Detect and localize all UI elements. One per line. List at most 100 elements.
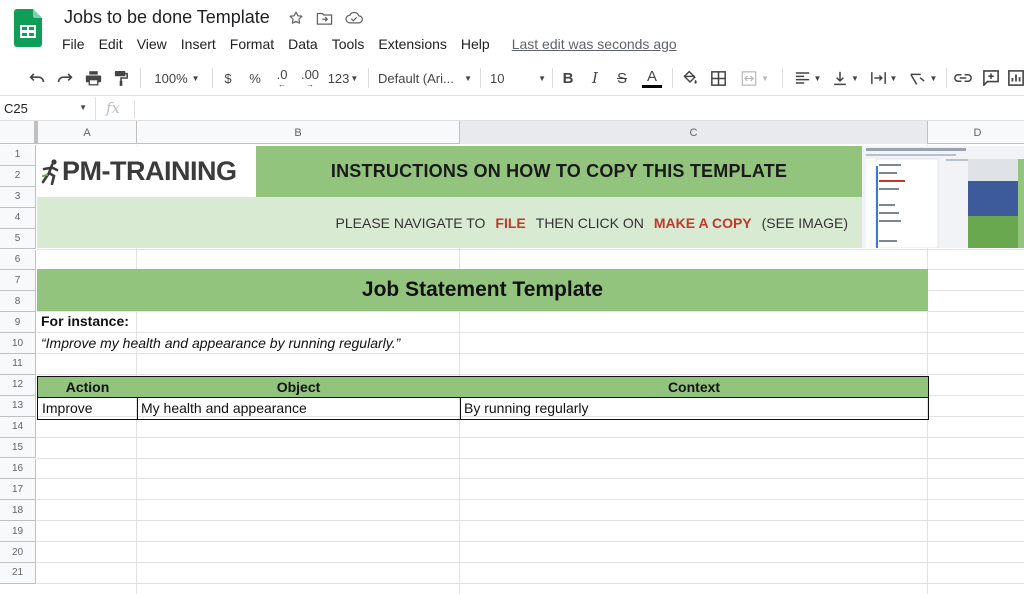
row-header[interactable]: 11 [0, 354, 36, 375]
job-statement-title[interactable]: Job Statement Template [37, 269, 928, 311]
row-header[interactable]: 15 [0, 437, 36, 459]
cell-reference: C25 [4, 101, 28, 116]
bold-button[interactable]: B [559, 65, 577, 91]
table-header-context[interactable]: Context [460, 376, 929, 398]
redo-icon[interactable] [54, 65, 76, 91]
cloud-saved-icon[interactable] [343, 7, 365, 29]
undo-icon[interactable] [26, 65, 48, 91]
instructions-screenshot-image[interactable] [862, 146, 1024, 248]
column-headers: A B C D [0, 121, 1024, 144]
text-rotation-icon[interactable]: ▼ [906, 65, 940, 91]
last-edit-link[interactable]: Last edit was seconds ago [512, 36, 677, 52]
horizontal-align-icon[interactable]: ▼ [792, 65, 824, 91]
fill-color-icon[interactable] [680, 65, 700, 91]
italic-button[interactable]: I [586, 65, 604, 91]
move-folder-icon[interactable] [313, 7, 335, 29]
strikethrough-button[interactable]: S [613, 65, 631, 91]
print-icon[interactable] [82, 65, 104, 91]
row-header[interactable]: 17 [0, 479, 36, 501]
row-header[interactable]: 4 [0, 207, 36, 229]
instructions-part2: THEN CLICK ON [535, 214, 644, 231]
zoom-select[interactable]: 100% ▼ [150, 65, 204, 91]
column-header-d[interactable]: D [928, 121, 1024, 144]
column-header-b[interactable]: B [137, 121, 460, 144]
text-wrap-icon[interactable]: ▼ [868, 65, 900, 91]
percent-format-button[interactable]: % [246, 65, 264, 91]
sheets-logo-icon[interactable] [14, 9, 42, 47]
grid-line-horizontal [37, 436, 1024, 438]
decrease-decimal-button[interactable]: .0 ← [272, 65, 292, 91]
row-header[interactable]: 21 [0, 563, 36, 584]
menu-tools[interactable]: Tools [332, 36, 372, 52]
vertical-align-icon[interactable]: ▼ [830, 65, 862, 91]
star-icon[interactable] [285, 7, 307, 29]
row-header[interactable]: 16 [0, 458, 36, 480]
row-header[interactable]: 13 [0, 395, 36, 417]
merge-cells-icon[interactable]: ▼ [738, 65, 772, 91]
row-header[interactable]: 19 [0, 521, 36, 543]
more-formats-button[interactable]: 123 ▼ [326, 65, 360, 91]
toolbar-separator [480, 68, 481, 88]
chevron-down-icon: ▼ [350, 73, 359, 83]
spreadsheet-grid[interactable]: A B C D 1 2 3 4 5 6 7 8 9 10 11 12 13 14 15 16 17 18 19 20 2… [0, 121, 1024, 594]
insert-link-icon[interactable] [952, 65, 974, 91]
grid-line-horizontal [37, 353, 1024, 354]
menu-view[interactable]: View [137, 36, 174, 52]
toolbar-separator [368, 68, 369, 88]
menu-data[interactable]: Data [288, 36, 325, 52]
example-statement[interactable]: “Improve my health and appearance by run… [41, 335, 400, 351]
insert-chart-icon[interactable] [1006, 65, 1024, 91]
logo-text: PM-TRAINING [62, 156, 237, 187]
column-header-a[interactable]: A [38, 121, 137, 144]
font-size-select[interactable]: 10 ▼ [490, 65, 546, 91]
row-header[interactable]: 14 [0, 416, 36, 438]
menu-insert[interactable]: Insert [181, 36, 223, 52]
table-cell-action[interactable]: Improve [37, 398, 138, 420]
row-header[interactable]: 6 [0, 249, 36, 271]
increase-decimal-button[interactable]: .00 → [298, 65, 322, 91]
table-cell-context[interactable]: By running regularly [460, 398, 929, 420]
row-header[interactable]: 20 [0, 542, 36, 563]
currency-format-button[interactable]: $ [220, 65, 236, 91]
row-header[interactable]: 18 [0, 500, 36, 522]
select-all-corner[interactable] [0, 121, 38, 144]
menu-help[interactable]: Help [461, 36, 497, 52]
formula-input[interactable] [140, 97, 1024, 121]
row-header[interactable]: 5 [0, 228, 36, 250]
toolbar-separator [672, 68, 673, 88]
table-cell-object[interactable]: My health and appearance [137, 398, 461, 420]
paint-format-icon[interactable] [110, 65, 132, 91]
column-header-c[interactable]: C [460, 121, 928, 144]
table-header-action[interactable]: Action [37, 376, 138, 398]
row-header[interactable]: 2 [0, 165, 36, 187]
chevron-down-icon: ▼ [851, 73, 859, 83]
menu-file[interactable]: File [62, 36, 92, 52]
borders-icon[interactable] [708, 65, 728, 91]
row-header[interactable]: 3 [0, 186, 36, 208]
instructions-title[interactable]: INSTRUCTIONS ON HOW TO COPY THIS TEMPLAT… [256, 146, 862, 197]
toolbar-separator [552, 68, 553, 88]
insert-comment-icon[interactable] [980, 65, 1002, 91]
grid-line-horizontal [37, 520, 1024, 522]
name-box[interactable]: C25 ▼ [0, 97, 96, 121]
instructions-part3: (SEE IMAGE) [761, 214, 848, 231]
row-header[interactable]: 7 [0, 270, 36, 292]
document-title[interactable]: Jobs to be done Template [64, 7, 270, 28]
row-header[interactable]: 12 [0, 374, 36, 396]
table-header-object[interactable]: Object [137, 376, 461, 398]
row-header[interactable]: 1 [0, 145, 36, 166]
sheets-app: Jobs to be done Template File Edit View … [0, 0, 1024, 594]
menu-extensions[interactable]: Extensions [378, 36, 453, 52]
menu-edit[interactable]: Edit [99, 36, 130, 52]
instructions-text[interactable]: PLEASE NAVIGATE TO FILE THEN CLICK ON MA… [37, 197, 862, 248]
text-color-button[interactable]: A [640, 65, 664, 91]
row-header[interactable]: 9 [0, 312, 36, 334]
row-header[interactable]: 10 [0, 333, 36, 354]
for-instance-label[interactable]: For instance: [41, 313, 129, 329]
runner-icon [41, 158, 59, 185]
chevron-down-icon: ▼ [761, 73, 769, 83]
menu-format[interactable]: Format [230, 36, 281, 52]
arrow-left-icon: ← [278, 79, 286, 89]
row-header[interactable]: 8 [0, 291, 36, 313]
font-select[interactable]: Default (Ari... ▼ [378, 65, 472, 91]
